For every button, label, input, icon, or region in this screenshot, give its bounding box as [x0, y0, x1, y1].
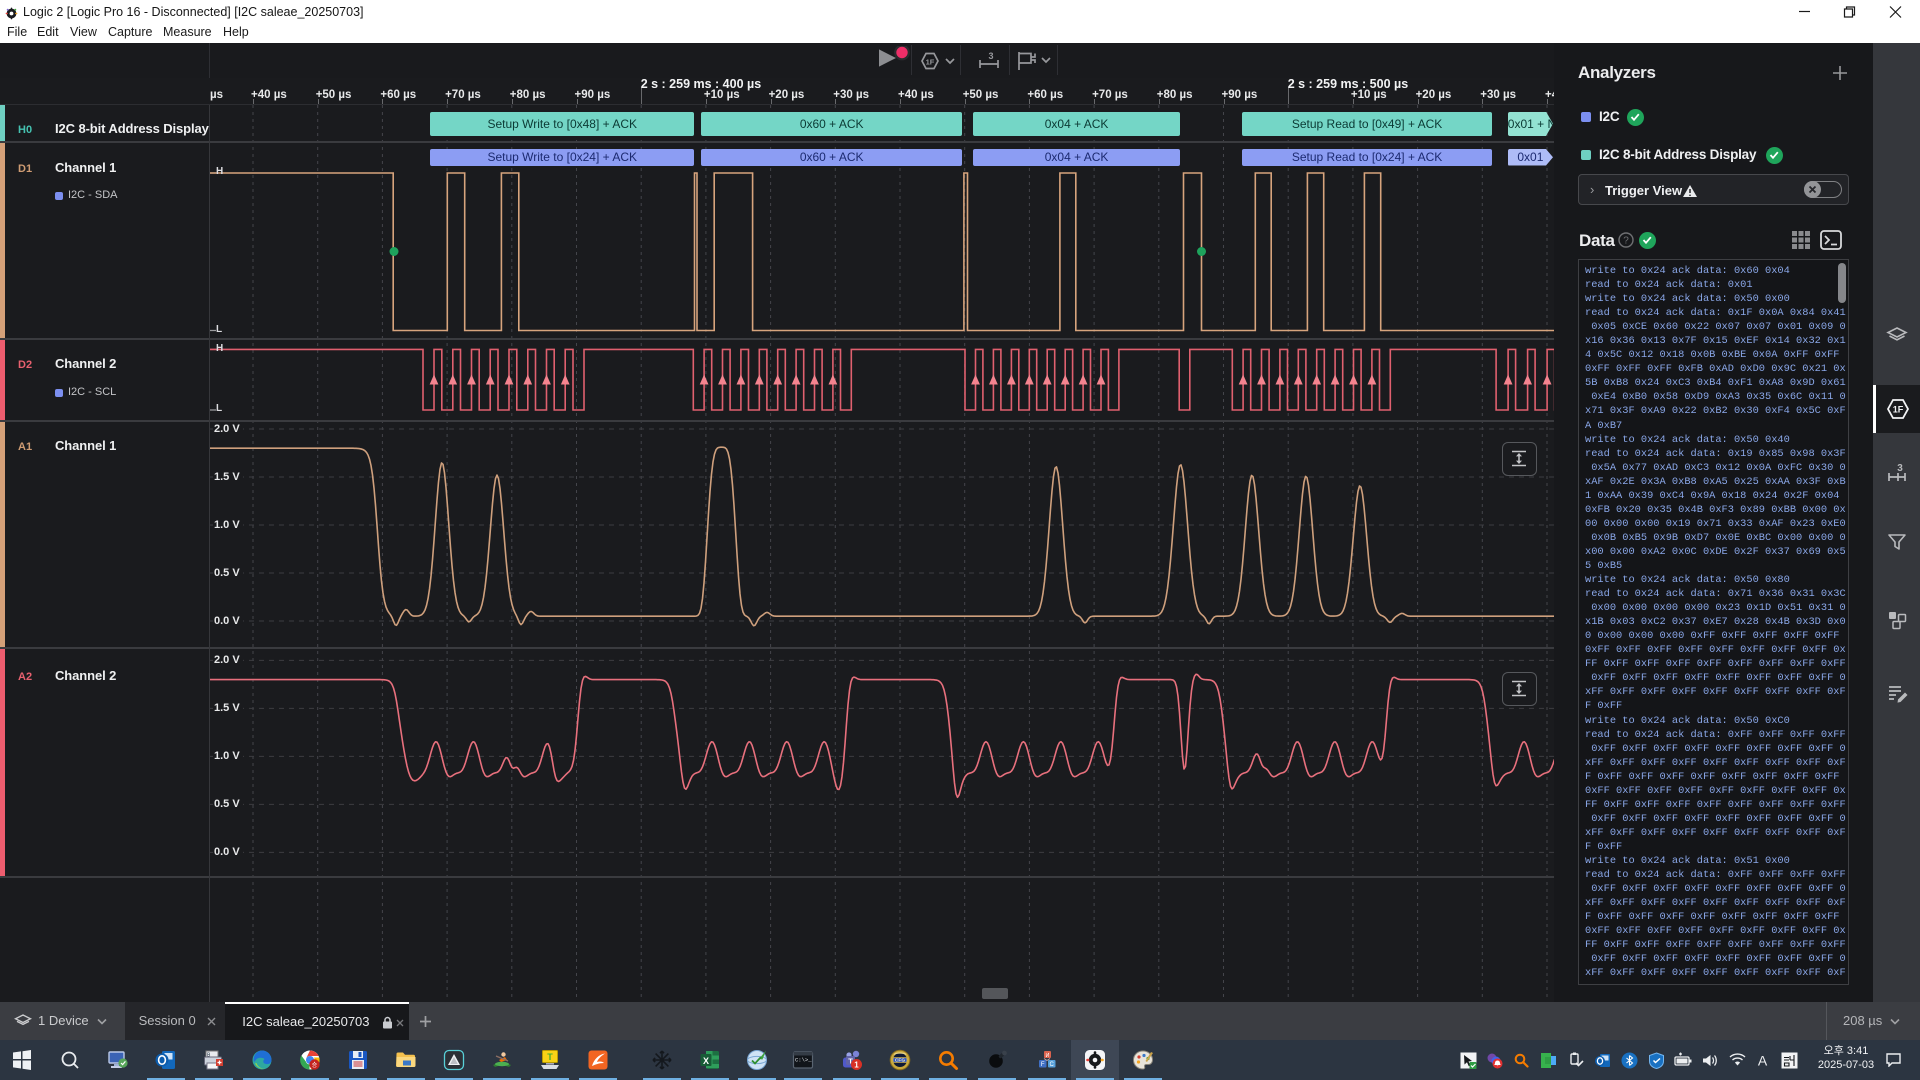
svg-text:F: F [1041, 1062, 1045, 1068]
svg-text:C:\>_: C:\>_ [795, 1057, 812, 1064]
svg-text:1F: 1F [926, 57, 935, 66]
svg-text:X: X [703, 1056, 709, 1066]
svg-text:승: 승 [312, 1062, 318, 1069]
svg-text:1F: 1F [1893, 405, 1904, 415]
svg-text:3: 3 [988, 51, 993, 61]
svg-text:A: A [1757, 1052, 1767, 1068]
svg-text:T: T [547, 1052, 553, 1062]
svg-text:CFG: CFG [895, 1058, 905, 1064]
svg-text:И: И [1045, 1053, 1049, 1059]
svg-text:?: ? [1623, 236, 1629, 247]
svg-text:1: 1 [855, 1060, 860, 1069]
svg-text:3: 3 [1897, 463, 1903, 474]
svg-text:C: C [1049, 1062, 1054, 1068]
